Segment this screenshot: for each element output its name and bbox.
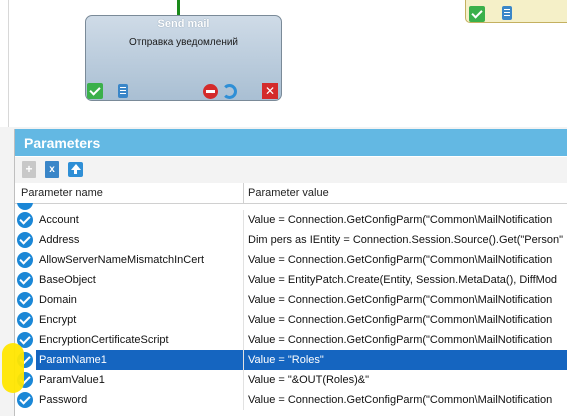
parameter-value-cell[interactable]: Dim pers as IEntity = Connection.Session…	[248, 234, 567, 246]
table-row[interactable]: Address Dim pers as IEntity = Connection.…	[15, 230, 567, 250]
parameter-name-cell[interactable]: Account	[39, 214, 79, 226]
table-row[interactable]: Account Value = Connection.GetConfigParm(…	[15, 210, 567, 230]
check-icon[interactable]	[17, 212, 33, 228]
close-icon[interactable]: ✕	[262, 83, 278, 99]
annotation-highlight	[2, 343, 24, 393]
check-icon[interactable]	[17, 272, 33, 288]
parameters-grid: Parameter name Parameter value Account Va…	[15, 183, 567, 416]
cell-separator	[243, 310, 244, 330]
parameter-name-cell[interactable]: ParamValue1	[39, 374, 105, 386]
parameter-name-cell[interactable]: Domain	[39, 294, 77, 306]
parameter-name-cell[interactable]: Encrypt	[39, 314, 76, 326]
parameter-value-cell[interactable]: Value = Connection.GetConfigParm("Common…	[248, 394, 567, 406]
table-row[interactable]: AllowServerNameMismatchInCert Value = Con…	[15, 250, 567, 270]
node-title: Send mail	[157, 18, 210, 30]
parameter-name-cell[interactable]: EncryptionCertificateScript	[39, 334, 169, 346]
table-row[interactable]: EncryptionCertificateScript Value = Conne…	[15, 330, 567, 350]
parameter-value-cell[interactable]: Value = Connection.GetConfigParm("Common…	[248, 254, 567, 266]
add-parameter-icon[interactable]: +	[22, 161, 36, 178]
check-icon[interactable]	[17, 232, 33, 248]
check-icon[interactable]	[17, 312, 33, 328]
upload-icon[interactable]	[68, 162, 83, 177]
table-row[interactable]: Encrypt Value = Connection.GetConfigParm(…	[15, 310, 567, 330]
parameter-value-cell[interactable]: Value = Connection.GetConfigParm("Common…	[248, 334, 567, 346]
table-row[interactable]: ParamName1 Value = "Roles"	[15, 350, 567, 370]
cell-separator	[243, 290, 244, 310]
cell-separator	[243, 370, 244, 390]
parameter-name-cell[interactable]: AllowServerNameMismatchInCert	[39, 254, 204, 266]
stop-icon[interactable]	[203, 84, 218, 99]
check-icon[interactable]	[469, 6, 485, 22]
parameter-value-cell[interactable]: Value = "&OUT(Roles)&"	[248, 374, 567, 386]
parameter-name-cell[interactable]: ParamName1	[39, 354, 107, 366]
parameter-value-cell[interactable]: Value = Connection.GetConfigParm("Common…	[248, 314, 567, 326]
parameter-value-cell[interactable]: Value = "Roles"	[248, 354, 567, 366]
canvas-divider	[8, 0, 9, 127]
table-row[interactable]: Password Value = Connection.GetConfigParm…	[15, 390, 567, 410]
column-header-value[interactable]: Parameter value	[248, 187, 329, 199]
grid-header: Parameter name Parameter value	[15, 183, 567, 204]
node-subtitle: Отправка уведомлений	[128, 37, 239, 48]
parameter-value-cell[interactable]: Value = Connection.GetConfigParm("Common…	[248, 294, 567, 306]
table-row[interactable]: ParamValue1 Value = "&OUT(Roles)&"	[15, 370, 567, 390]
cell-separator	[243, 350, 244, 370]
sync-icon[interactable]	[222, 84, 237, 99]
document-icon[interactable]	[118, 84, 128, 98]
document-icon[interactable]	[502, 6, 512, 20]
node-action-bar: ✕	[86, 83, 281, 100]
workflow-connector	[177, 0, 180, 16]
parameter-name-cell[interactable]: Address	[39, 234, 79, 246]
parameter-name-cell[interactable]: Password	[39, 394, 87, 406]
parameters-panel: Parameters + x Parameter name Parameter …	[14, 129, 567, 416]
column-header-name[interactable]: Parameter name	[21, 187, 103, 199]
delete-parameter-icon[interactable]: x	[45, 161, 59, 178]
next-activity-node[interactable]	[465, 0, 567, 23]
column-separator[interactable]	[243, 183, 244, 203]
parameters-toolbar: + x	[15, 157, 567, 183]
check-icon	[17, 203, 33, 210]
table-row[interactable]: Domain Value = Connection.GetConfigParm("…	[15, 290, 567, 310]
cell-separator	[243, 210, 244, 230]
check-icon[interactable]	[17, 252, 33, 268]
parameter-value-cell[interactable]: Value = Connection.GetConfigParm("Common…	[248, 214, 567, 226]
partially-hidden-row	[15, 203, 567, 210]
workflow-canvas[interactable]: Send mail Отправка уведомлений ✕	[0, 0, 567, 127]
cell-separator	[243, 230, 244, 250]
send-mail-node[interactable]: Send mail Отправка уведомлений ✕	[85, 15, 282, 101]
check-icon[interactable]	[17, 292, 33, 308]
parameter-value-cell[interactable]: Value = EntityPatch.Create(Entity, Sessi…	[248, 274, 567, 286]
cell-separator	[243, 270, 244, 290]
panel-title: Parameters	[15, 129, 567, 156]
cell-separator	[243, 390, 244, 410]
check-icon[interactable]	[87, 83, 103, 99]
table-row[interactable]: BaseObject Value = EntityPatch.Create(Ent…	[15, 270, 567, 290]
parameter-name-cell[interactable]: BaseObject	[39, 274, 96, 286]
cell-separator	[243, 330, 244, 350]
cell-separator	[243, 250, 244, 270]
check-icon[interactable]	[17, 392, 33, 408]
